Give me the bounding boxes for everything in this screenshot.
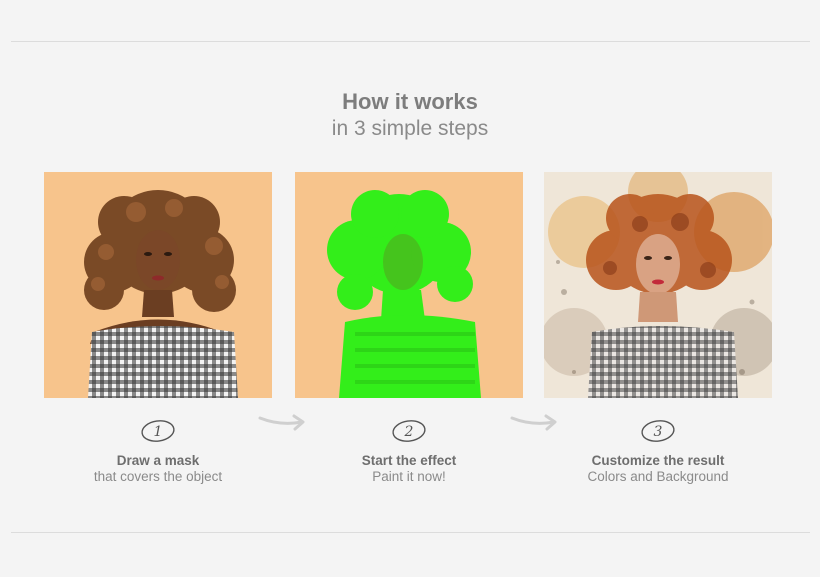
step-3: 3 Customize the result Colors and Backgr… (544, 418, 772, 485)
bottom-divider (11, 532, 810, 533)
svg-text:1: 1 (154, 424, 163, 440)
step-3-title: Customize the result (591, 453, 725, 468)
step-2: 2 Start the effect Paint it now! (295, 418, 523, 485)
number-2-icon: 2 (392, 420, 426, 442)
svg-text:2: 2 (404, 424, 414, 440)
section-heading: How it works in 3 simple steps (0, 88, 820, 141)
number-1-icon: 1 (141, 420, 175, 442)
svg-text:3: 3 (654, 424, 663, 440)
section-subtitle: in 3 simple steps (331, 117, 489, 140)
step-2-title: Start the effect (361, 453, 457, 468)
step-1: 1 Draw a mask that covers the object (44, 418, 272, 485)
step-3-subtitle: Colors and Background (587, 469, 729, 484)
step-1-image (44, 172, 272, 398)
step-1-subtitle: that covers the object (93, 469, 223, 484)
step-1-title: Draw a mask (116, 453, 200, 468)
section-title: How it works (342, 89, 478, 114)
step-3-image (544, 172, 772, 398)
step-2-image (295, 172, 523, 398)
step-2-subtitle: Paint it now! (372, 469, 446, 484)
top-divider (11, 41, 810, 42)
number-3-icon: 3 (641, 420, 675, 442)
